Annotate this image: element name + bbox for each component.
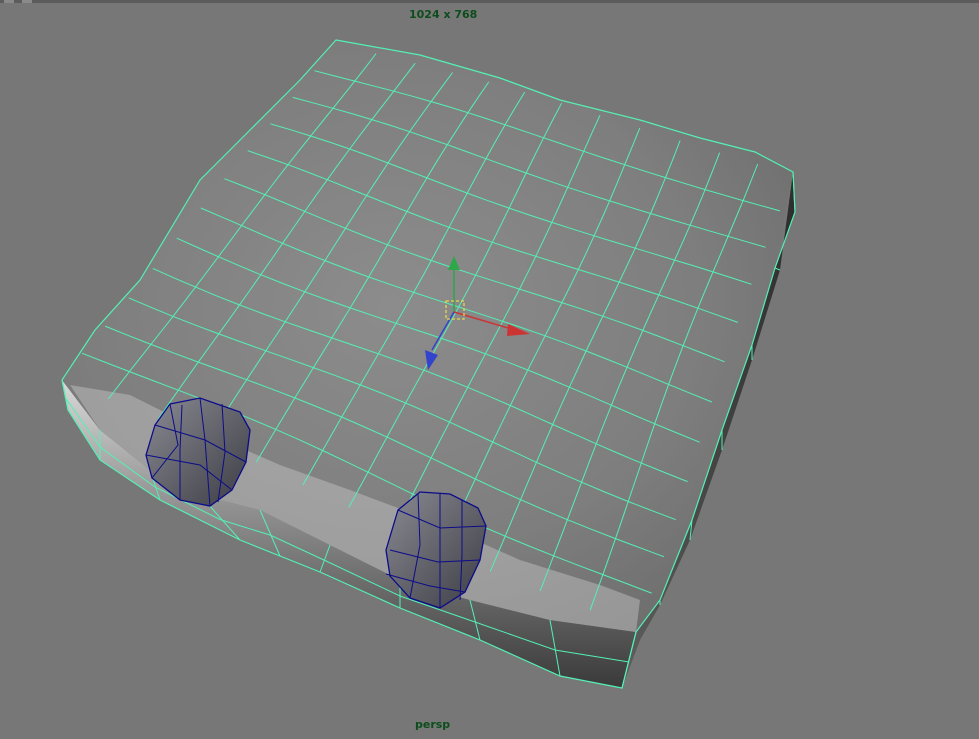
scene-view[interactable] — [0, 0, 979, 739]
resolution-gate-label: 1024 x 768 — [409, 8, 478, 21]
camera-name-label: persp — [415, 718, 451, 731]
perspective-viewport[interactable]: 1024 x 768 persp — [0, 0, 979, 739]
